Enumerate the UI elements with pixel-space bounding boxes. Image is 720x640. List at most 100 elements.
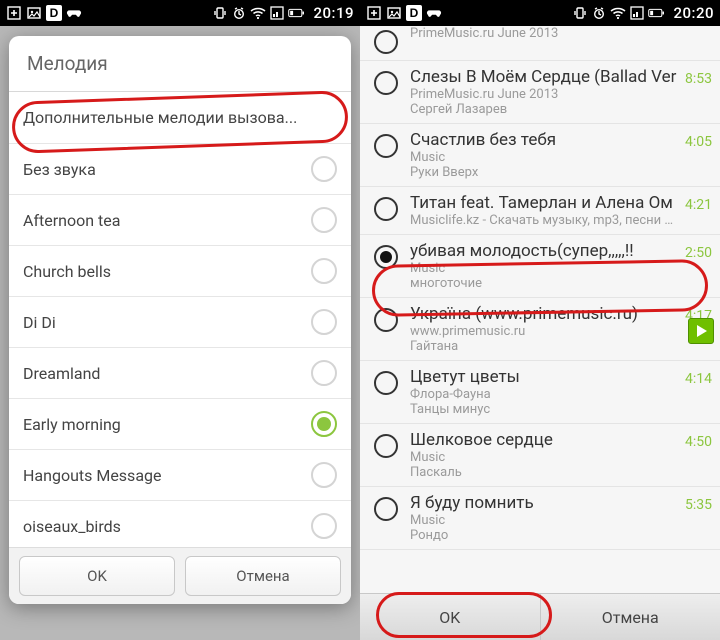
radio-icon[interactable]: [374, 245, 398, 269]
track-title: Я буду помнить: [410, 493, 679, 513]
track-duration: 4:21: [685, 193, 712, 213]
track-row[interactable]: убивая молодость(супер,,,,,!!Musicмногот…: [360, 235, 720, 298]
radio-icon[interactable]: [374, 434, 398, 458]
radio-icon[interactable]: [311, 411, 337, 437]
ringtone-row[interactable]: Church bells: [9, 245, 351, 296]
radio-icon[interactable]: [311, 207, 337, 233]
vibrate-icon: [212, 5, 228, 21]
track-row[interactable]: PrimeMusic.ru June 2013: [360, 26, 720, 61]
battery-icon: [288, 5, 304, 21]
radio-icon[interactable]: [374, 308, 398, 332]
track-album: Music: [410, 150, 679, 165]
track-album: Music: [410, 450, 679, 465]
gamepad-icon: [426, 5, 442, 21]
track-duration: 2:50: [685, 241, 712, 261]
battery-icon: [648, 5, 664, 21]
dialog-button-bar: OK Отмена: [9, 547, 351, 604]
track-row[interactable]: Титан feat. Тамерлан и Алена ОмMusiclife…: [360, 187, 720, 235]
status-clock: 20:20: [673, 4, 714, 22]
d-icon: D: [46, 5, 62, 21]
track-album: Musiclife.kz - Скачать музыку, mp3, песн…: [410, 213, 679, 228]
d-icon: D: [406, 5, 422, 21]
radio-icon[interactable]: [311, 309, 337, 335]
right-screenshot: D 20:20 PrimeMusic.ru June 2013Слезы В М…: [360, 0, 720, 640]
track-album: www.primemusic.ru: [410, 324, 679, 339]
alarm-icon: [231, 5, 247, 21]
left-screenshot: D 20:19 Мелодия Дополнительные мелодии в…: [0, 0, 360, 640]
radio-icon[interactable]: [311, 513, 337, 539]
track-duration: 8:53: [685, 67, 712, 87]
cancel-button[interactable]: Отмена: [541, 594, 720, 640]
track-duration: 4:50: [685, 430, 712, 450]
ringtone-row[interactable]: oiseaux_birds: [9, 500, 351, 547]
track-artist: Гайтана: [410, 339, 679, 354]
track-row[interactable]: Счастлив без тебяMusicРуки Вверх 4:05: [360, 124, 720, 187]
play-icon[interactable]: [688, 318, 714, 344]
track-artist: Сергей Лазарев: [410, 102, 679, 117]
ringtone-row[interactable]: Afternoon tea: [9, 194, 351, 245]
plus-icon: [366, 5, 382, 21]
track-album: Music: [410, 261, 679, 276]
more-ringtones-row[interactable]: Дополнительные мелодии вызова...: [9, 92, 351, 143]
dialog-title: Мелодия: [9, 36, 351, 91]
track-duration: 4:05: [685, 130, 712, 150]
radio-icon[interactable]: [374, 371, 398, 395]
track-artist: многоточие: [410, 276, 679, 291]
cancel-button[interactable]: Отмена: [185, 556, 341, 596]
radio-icon[interactable]: [374, 71, 398, 95]
track-album: PrimeMusic.ru June 2013: [410, 26, 712, 41]
radio-icon[interactable]: [311, 258, 337, 284]
ringtone-dialog: Мелодия Дополнительные мелодии вызова...…: [9, 36, 351, 604]
wifi-icon: [610, 5, 626, 21]
track-artist: Танцы минус: [410, 402, 679, 417]
radio-icon[interactable]: [311, 156, 337, 182]
status-bar: D 20:20: [360, 0, 720, 26]
ringtone-row[interactable]: Без звука: [9, 143, 351, 194]
status-bar: D 20:19: [0, 0, 360, 26]
track-artist: Руки Вверх: [410, 165, 679, 180]
plus-icon: [6, 5, 22, 21]
track-title: Счастлив без тебя: [410, 130, 679, 150]
ringtone-row[interactable]: Di Di: [9, 296, 351, 347]
track-row[interactable]: Я буду помнитьMusicРондо 5:35: [360, 487, 720, 550]
ringtone-row[interactable]: Early morning: [9, 398, 351, 449]
radio-icon[interactable]: [374, 197, 398, 221]
bottom-button-bar: OK Отмена: [360, 593, 720, 640]
track-row[interactable]: Україна (www.primemusic.ru)www.primemusi…: [360, 298, 720, 361]
gamepad-icon: [66, 5, 82, 21]
track-duration: 4:14: [685, 367, 712, 387]
radio-icon[interactable]: [374, 497, 398, 521]
track-row[interactable]: Шелковое сердцеMusicПаскаль 4:50: [360, 424, 720, 487]
track-row[interactable]: Слезы В Моём Сердце (Ballad VerPrimeMusi…: [360, 61, 720, 124]
track-title: Шелковое сердце: [410, 430, 679, 450]
vibrate-icon: [572, 5, 588, 21]
track-artist: Рондо: [410, 528, 679, 543]
ok-button[interactable]: OK: [19, 556, 175, 596]
signal-icon: [269, 5, 285, 21]
track-album: Music: [410, 513, 679, 528]
status-clock: 20:19: [313, 4, 354, 22]
track-duration: 5:35: [685, 493, 712, 513]
radio-icon[interactable]: [311, 360, 337, 386]
radio-icon[interactable]: [374, 30, 398, 54]
signal-icon: [629, 5, 645, 21]
wifi-icon: [250, 5, 266, 21]
track-album: PrimeMusic.ru June 2013: [410, 87, 679, 102]
alarm-icon: [591, 5, 607, 21]
ok-button[interactable]: OK: [360, 594, 541, 640]
track-list[interactable]: PrimeMusic.ru June 2013Слезы В Моём Серд…: [360, 26, 720, 593]
ringtone-row[interactable]: Hangouts Message: [9, 449, 351, 500]
track-title: Слезы В Моём Сердце (Ballad Ver: [410, 67, 679, 87]
more-ringtones-label: Дополнительные мелодии вызова...: [23, 108, 337, 127]
radio-icon[interactable]: [374, 134, 398, 158]
track-title: Титан feat. Тамерлан и Алена Ом: [410, 193, 679, 213]
track-title: Цветут цветы: [410, 367, 679, 387]
ringtone-row[interactable]: Dreamland: [9, 347, 351, 398]
track-album: Флора-Фауна: [410, 387, 679, 402]
track-row[interactable]: Цветут цветыФлора-ФаунаТанцы минус 4:14: [360, 361, 720, 424]
ringtone-list[interactable]: Дополнительные мелодии вызова... Без зву…: [9, 92, 351, 547]
gallery-icon: [26, 5, 42, 21]
radio-icon[interactable]: [311, 462, 337, 488]
track-title: убивая молодость(супер,,,,,!!: [410, 241, 679, 261]
track-artist: Паскаль: [410, 465, 679, 480]
